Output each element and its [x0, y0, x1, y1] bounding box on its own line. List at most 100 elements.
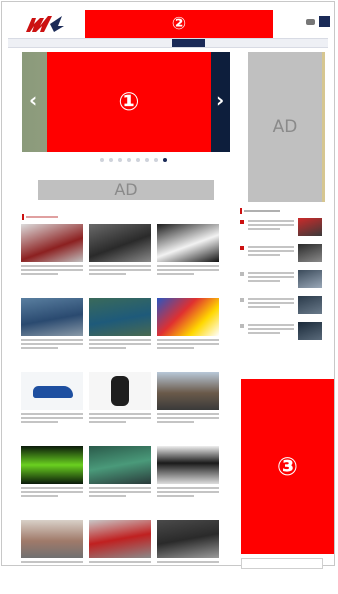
article-thumbnail[interactable] — [157, 298, 219, 336]
article-caption[interactable] — [89, 413, 151, 423]
carousel-dot-active[interactable] — [163, 158, 167, 162]
article-card[interactable] — [157, 372, 219, 446]
article-thumbnail[interactable] — [21, 520, 83, 558]
section-title-latest — [26, 216, 58, 218]
nav-item[interactable] — [8, 39, 49, 47]
article-card[interactable] — [21, 298, 83, 372]
nav-item[interactable] — [246, 39, 287, 47]
nav-item[interactable] — [205, 39, 246, 47]
ranking-thumbnail[interactable] — [298, 296, 322, 314]
article-thumbnail[interactable] — [157, 372, 219, 410]
article-caption[interactable] — [21, 561, 83, 563]
ad-sidebar-top[interactable]: AD — [248, 52, 325, 202]
article-grid — [21, 224, 219, 594]
carousel-dot[interactable] — [100, 158, 104, 162]
ranking-item-text[interactable] — [248, 296, 294, 310]
article-thumbnail[interactable] — [157, 520, 219, 558]
nav-item[interactable] — [287, 39, 328, 47]
article-caption[interactable] — [21, 487, 83, 497]
article-thumbnail[interactable] — [21, 446, 83, 484]
ranking-item-text[interactable] — [248, 322, 294, 336]
nav-item[interactable] — [49, 39, 90, 47]
ranking-item[interactable] — [240, 244, 322, 268]
article-card[interactable] — [89, 372, 151, 446]
article-card[interactable] — [157, 446, 219, 520]
rank-marker — [240, 324, 244, 328]
article-caption[interactable] — [21, 413, 83, 423]
global-nav — [8, 38, 328, 48]
ranking-item-text[interactable] — [248, 244, 294, 258]
ranking-item[interactable] — [240, 322, 322, 346]
article-thumbnail[interactable] — [157, 224, 219, 262]
article-card[interactable] — [21, 372, 83, 446]
ranking-item[interactable] — [240, 296, 322, 320]
carousel-next-icon[interactable]: › — [216, 88, 224, 112]
ranking-item-text[interactable] — [248, 218, 294, 232]
section-marker — [22, 214, 24, 220]
article-thumbnail[interactable] — [21, 224, 83, 262]
carousel-dot[interactable] — [109, 158, 113, 162]
article-caption[interactable] — [157, 487, 219, 497]
carousel-dots — [100, 158, 167, 162]
article-thumbnail[interactable] — [89, 224, 151, 262]
article-caption[interactable] — [89, 561, 151, 563]
article-thumbnail[interactable] — [21, 372, 83, 410]
article-thumbnail[interactable] — [21, 298, 83, 336]
article-card[interactable] — [89, 446, 151, 520]
carousel-prev-icon[interactable]: ‹ — [29, 88, 37, 112]
article-card[interactable] — [89, 224, 151, 298]
search-icon[interactable] — [306, 18, 315, 25]
carousel-dot[interactable] — [154, 158, 158, 162]
site-logo[interactable] — [24, 14, 66, 34]
header-banner: ② — [85, 10, 273, 38]
article-card[interactable] — [89, 520, 151, 594]
carousel-dot[interactable] — [145, 158, 149, 162]
article-caption[interactable] — [157, 339, 219, 349]
article-caption[interactable] — [21, 265, 83, 275]
article-thumbnail[interactable] — [89, 446, 151, 484]
rank-marker — [240, 246, 244, 250]
article-card[interactable] — [157, 224, 219, 298]
ranking-item-text[interactable] — [248, 270, 294, 284]
article-caption[interactable] — [89, 487, 151, 497]
article-caption[interactable] — [157, 265, 219, 275]
article-thumbnail[interactable] — [89, 298, 151, 336]
article-card[interactable] — [21, 224, 83, 298]
carousel-dot[interactable] — [136, 158, 140, 162]
section-marker — [240, 208, 242, 214]
article-card[interactable] — [157, 520, 219, 594]
article-caption[interactable] — [157, 561, 219, 563]
menu-icon[interactable] — [319, 16, 330, 27]
ranking-thumbnail[interactable] — [298, 218, 322, 236]
article-caption[interactable] — [89, 265, 151, 275]
article-thumbnail[interactable] — [89, 520, 151, 558]
ranking-thumbnail[interactable] — [298, 270, 322, 288]
article-caption[interactable] — [89, 339, 151, 349]
nav-item-active[interactable] — [172, 39, 205, 47]
nav-item[interactable] — [131, 39, 172, 47]
rank-marker — [240, 272, 244, 276]
ranking-list — [240, 218, 322, 348]
ad-banner-middle[interactable]: AD — [38, 180, 214, 200]
header-icons — [306, 16, 330, 27]
article-caption[interactable] — [157, 413, 219, 423]
article-card[interactable] — [21, 520, 83, 594]
carousel-dot[interactable] — [118, 158, 122, 162]
ranking-thumbnail[interactable] — [298, 244, 322, 262]
rank-marker — [240, 298, 244, 302]
article-card[interactable] — [21, 446, 83, 520]
rank-marker — [240, 220, 244, 224]
ranking-item[interactable] — [240, 218, 322, 242]
article-thumbnail[interactable] — [157, 446, 219, 484]
article-card[interactable] — [157, 298, 219, 372]
sidebar-bottom-widget[interactable] — [241, 558, 323, 569]
ranking-thumbnail[interactable] — [298, 322, 322, 340]
article-card[interactable] — [89, 298, 151, 372]
article-caption[interactable] — [21, 339, 83, 349]
ranking-item[interactable] — [240, 270, 322, 294]
sidebar-placeholder-block: ③ — [241, 379, 334, 554]
carousel-dot[interactable] — [127, 158, 131, 162]
article-thumbnail[interactable] — [89, 372, 151, 410]
hero-slide-label: ① — [47, 52, 211, 152]
nav-item[interactable] — [90, 39, 131, 47]
